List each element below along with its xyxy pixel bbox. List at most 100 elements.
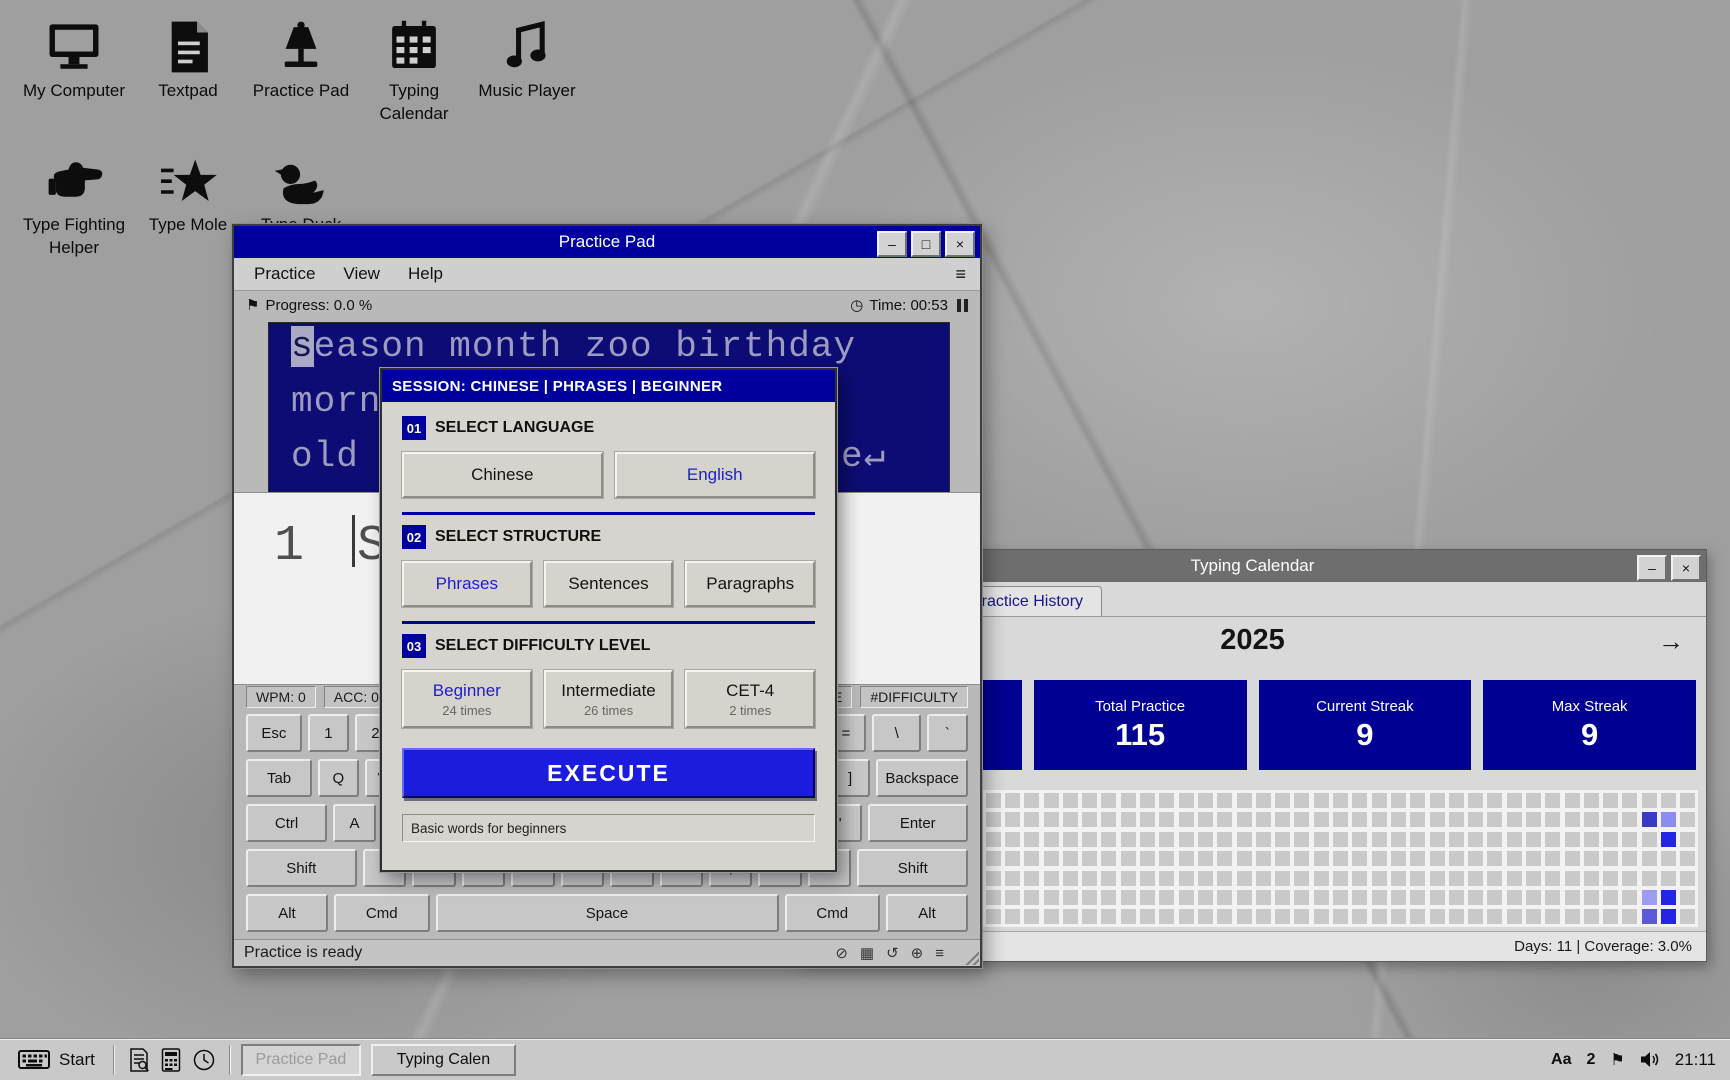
heatmap-cell[interactable] (1314, 812, 1329, 827)
heatmap-cell[interactable] (1430, 909, 1445, 924)
heatmap-cell[interactable] (1121, 812, 1136, 827)
heatmap-cell[interactable] (1237, 812, 1252, 827)
heatmap-cell[interactable] (1622, 793, 1637, 808)
heatmap-cell[interactable] (1198, 890, 1213, 905)
heatmap-cell[interactable] (986, 890, 1001, 905)
heatmap-cell[interactable] (1430, 871, 1445, 886)
history-icon[interactable]: ↺ (886, 944, 899, 962)
desktop-icon-type-fighting-helper[interactable]: Type Fighting Helper (18, 146, 130, 260)
desktop-icon-type-mole[interactable]: Type Mole (132, 146, 244, 237)
heatmap-cell[interactable] (986, 909, 1001, 924)
option-paragraphs[interactable]: Paragraphs (685, 561, 815, 607)
heatmap-cell[interactable] (1603, 793, 1618, 808)
heatmap-cell[interactable] (1622, 909, 1637, 924)
heatmap-cell[interactable] (1275, 909, 1290, 924)
heatmap-cell[interactable] (1642, 793, 1657, 808)
heatmap-cell[interactable] (1217, 890, 1232, 905)
heatmap-cell[interactable] (1487, 793, 1502, 808)
heatmap-cell[interactable] (1237, 871, 1252, 886)
pause-icon[interactable] (954, 297, 968, 314)
option-sentences[interactable]: Sentences (544, 561, 674, 607)
option-intermediate[interactable]: Intermediate 26 times (544, 670, 674, 728)
heatmap-cell[interactable] (1044, 851, 1059, 866)
minimize-button[interactable]: – (1637, 555, 1667, 581)
heatmap-cell[interactable] (1545, 832, 1560, 847)
heatmap-cell[interactable] (1410, 851, 1425, 866)
heatmap-cell[interactable] (1294, 890, 1309, 905)
heatmap-cell[interactable] (1372, 890, 1387, 905)
heatmap-cell[interactable] (1391, 832, 1406, 847)
heatmap-cell[interactable] (986, 851, 1001, 866)
heatmap-cell[interactable] (1430, 890, 1445, 905)
heatmap-cell[interactable] (1468, 890, 1483, 905)
heatmap-cell[interactable] (1333, 890, 1348, 905)
heatmap-cell[interactable] (1526, 909, 1541, 924)
heatmap-cell[interactable] (1507, 890, 1522, 905)
menu-practice[interactable]: Practice (240, 264, 329, 284)
option-phrases[interactable]: Phrases (402, 561, 532, 607)
heatmap-cell[interactable] (1680, 909, 1695, 924)
heatmap-cell[interactable] (1217, 812, 1232, 827)
calculator-icon[interactable] (161, 1048, 181, 1072)
heatmap-cell[interactable] (1101, 890, 1116, 905)
heatmap-cell[interactable] (1430, 851, 1445, 866)
heatmap-cell[interactable] (1584, 832, 1599, 847)
heatmap-cell[interactable] (1372, 812, 1387, 827)
heatmap-cell[interactable] (1256, 851, 1271, 866)
heatmap-cell[interactable] (1391, 793, 1406, 808)
heatmap-cell[interactable] (1333, 793, 1348, 808)
heatmap-cell[interactable] (1198, 832, 1213, 847)
heatmap-cell[interactable] (1622, 851, 1637, 866)
heatmap-cell[interactable] (1468, 793, 1483, 808)
heatmap-cell[interactable] (1063, 890, 1078, 905)
heatmap-cell[interactable] (1507, 832, 1522, 847)
heatmap-cell[interactable] (1430, 793, 1445, 808)
heatmap-cell[interactable] (1082, 812, 1097, 827)
heatmap-cell[interactable] (1468, 871, 1483, 886)
heatmap-cell[interactable] (1275, 871, 1290, 886)
heatmap-cell[interactable] (1063, 909, 1078, 924)
heatmap-cell[interactable] (1024, 871, 1039, 886)
heatmap-cell[interactable] (1468, 812, 1483, 827)
heatmap-cell[interactable] (1603, 851, 1618, 866)
desktop-icon-typing-calendar[interactable]: Typing Calendar (358, 12, 470, 126)
heatmap-cell[interactable] (1565, 871, 1580, 886)
heatmap-cell[interactable] (1101, 812, 1116, 827)
heatmap-cell[interactable] (1430, 832, 1445, 847)
heatmap-cell[interactable] (1159, 832, 1174, 847)
heatmap-cell[interactable] (1603, 871, 1618, 886)
heatmap-cell[interactable] (1082, 909, 1097, 924)
heatmap-cell[interactable] (1391, 812, 1406, 827)
heatmap-cell[interactable] (986, 793, 1001, 808)
heatmap-cell[interactable] (1256, 890, 1271, 905)
heatmap-cell[interactable] (1603, 812, 1618, 827)
heatmap-cell[interactable] (1159, 793, 1174, 808)
heatmap-cell[interactable] (1217, 909, 1232, 924)
heatmap-cell[interactable] (1256, 832, 1271, 847)
key-q[interactable]: Q (318, 759, 359, 797)
heatmap-cell[interactable] (1005, 871, 1020, 886)
heatmap-cell[interactable] (1198, 871, 1213, 886)
heatmap-cell[interactable] (1661, 871, 1676, 886)
heatmap-cell[interactable] (1449, 832, 1464, 847)
heatmap-cell[interactable] (1410, 832, 1425, 847)
heatmap-cell[interactable] (1294, 909, 1309, 924)
option-beginner[interactable]: Beginner 24 times (402, 670, 532, 728)
heatmap-cell[interactable] (1352, 793, 1367, 808)
keyboard-icon[interactable]: ▦ (860, 944, 874, 962)
heatmap-cell[interactable] (1237, 909, 1252, 924)
heatmap-cell[interactable] (1410, 871, 1425, 886)
heatmap-cell[interactable] (1217, 793, 1232, 808)
heatmap-cell[interactable] (1082, 851, 1097, 866)
key-cmd[interactable]: Cmd (785, 894, 881, 932)
heatmap-cell[interactable] (1449, 812, 1464, 827)
heatmap-cell[interactable] (1391, 890, 1406, 905)
heatmap-cell[interactable] (1584, 812, 1599, 827)
key-alt[interactable]: Alt (886, 894, 968, 932)
heatmap-cell[interactable] (1024, 793, 1039, 808)
heatmap-cell[interactable] (1680, 832, 1695, 847)
heatmap-cell[interactable] (1044, 871, 1059, 886)
key-`[interactable]: ` (927, 714, 968, 752)
heatmap-cell[interactable] (1121, 851, 1136, 866)
heatmap-cell[interactable] (1680, 851, 1695, 866)
